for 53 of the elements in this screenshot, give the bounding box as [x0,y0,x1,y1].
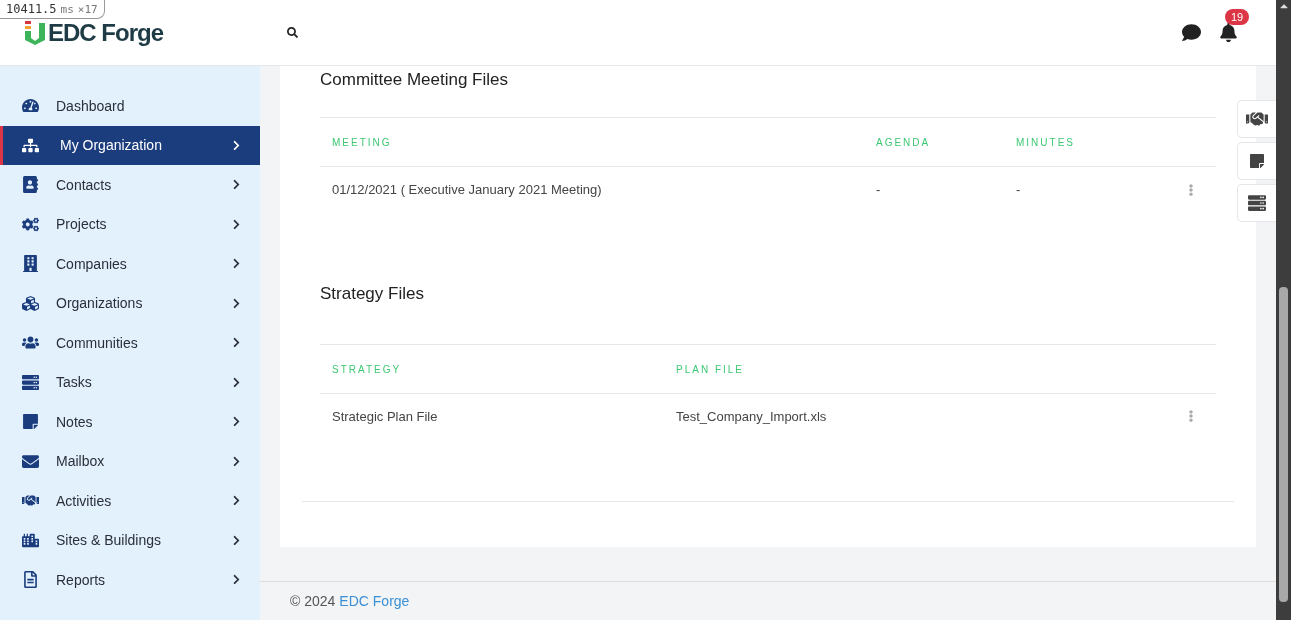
table-cell-text: Test_Company_Import.xls [675,408,828,424]
section-title: Committee Meeting Files [320,69,509,91]
sidebar-item[interactable]: Activities [0,481,260,521]
sidebar-item[interactable]: Companies [0,244,260,284]
server-icon [22,373,39,391]
timing-value: 10411.5 [6,2,57,16]
buildings-icon [22,531,39,549]
search-icon[interactable] [287,27,298,38]
sidebar-item[interactable]: Communities [0,323,260,363]
sidebar-item[interactable]: Projects [0,204,260,244]
column-header: AGENDA [875,136,932,148]
column-header: STRATEGY [331,363,403,375]
column-header: MEETING [331,136,393,148]
envelope-icon [22,452,39,470]
note-icon [1249,153,1265,169]
timing-unit: ms [60,3,74,16]
sidebar-item[interactable]: My Organization [0,125,260,165]
side-button[interactable] [1237,184,1276,222]
scrollbar[interactable] [1276,0,1291,620]
sidebar-item[interactable]: Notes [0,402,260,442]
contact-card-icon [22,176,39,194]
table-cell-text: 01/12/2021 ( Executive January 2021 Meeting) [331,182,603,197]
sidebar-item[interactable]: Contacts [0,165,260,205]
note-icon [22,413,39,431]
bell-icon[interactable] [1219,23,1238,42]
sidebar-item[interactable]: Sites & Buildings [0,520,260,560]
scroll-thumb[interactable] [1279,287,1288,602]
table-cell-text: Strategic Plan File [331,408,439,424]
side-button[interactable] [1237,142,1276,180]
side-button[interactable] [1237,100,1276,138]
column-header: PLAN FILE [675,363,746,375]
document-icon [22,571,39,589]
cubes-icon [22,294,39,312]
sidebar-item[interactable]: Mailbox [0,441,260,481]
sidebar-item[interactable]: Organizations [0,283,260,323]
logo-text: EDC Forge [48,18,163,47]
logo-icon [25,20,45,45]
dashboard-icon [22,97,39,115]
table-cell-text: - [875,182,882,197]
copyright-text: © 2024 [290,593,336,609]
building-icon [22,255,39,273]
sidebar-item[interactable]: Tasks [0,362,260,402]
sitemap-icon [22,136,39,154]
server-icon [1248,194,1266,212]
timing-count: ×17 [77,3,98,16]
sidebar-item[interactable]: Dashboard [0,86,260,126]
table-cell-text: - [1015,182,1022,197]
chat-icon[interactable] [1182,23,1201,42]
column-header: MINUTES [1015,136,1076,148]
section-title: Strategy Files [320,283,425,305]
sidebar-item[interactable]: Reports [0,560,260,600]
notification-count: 19 [1225,9,1250,25]
gears-icon [22,215,39,233]
